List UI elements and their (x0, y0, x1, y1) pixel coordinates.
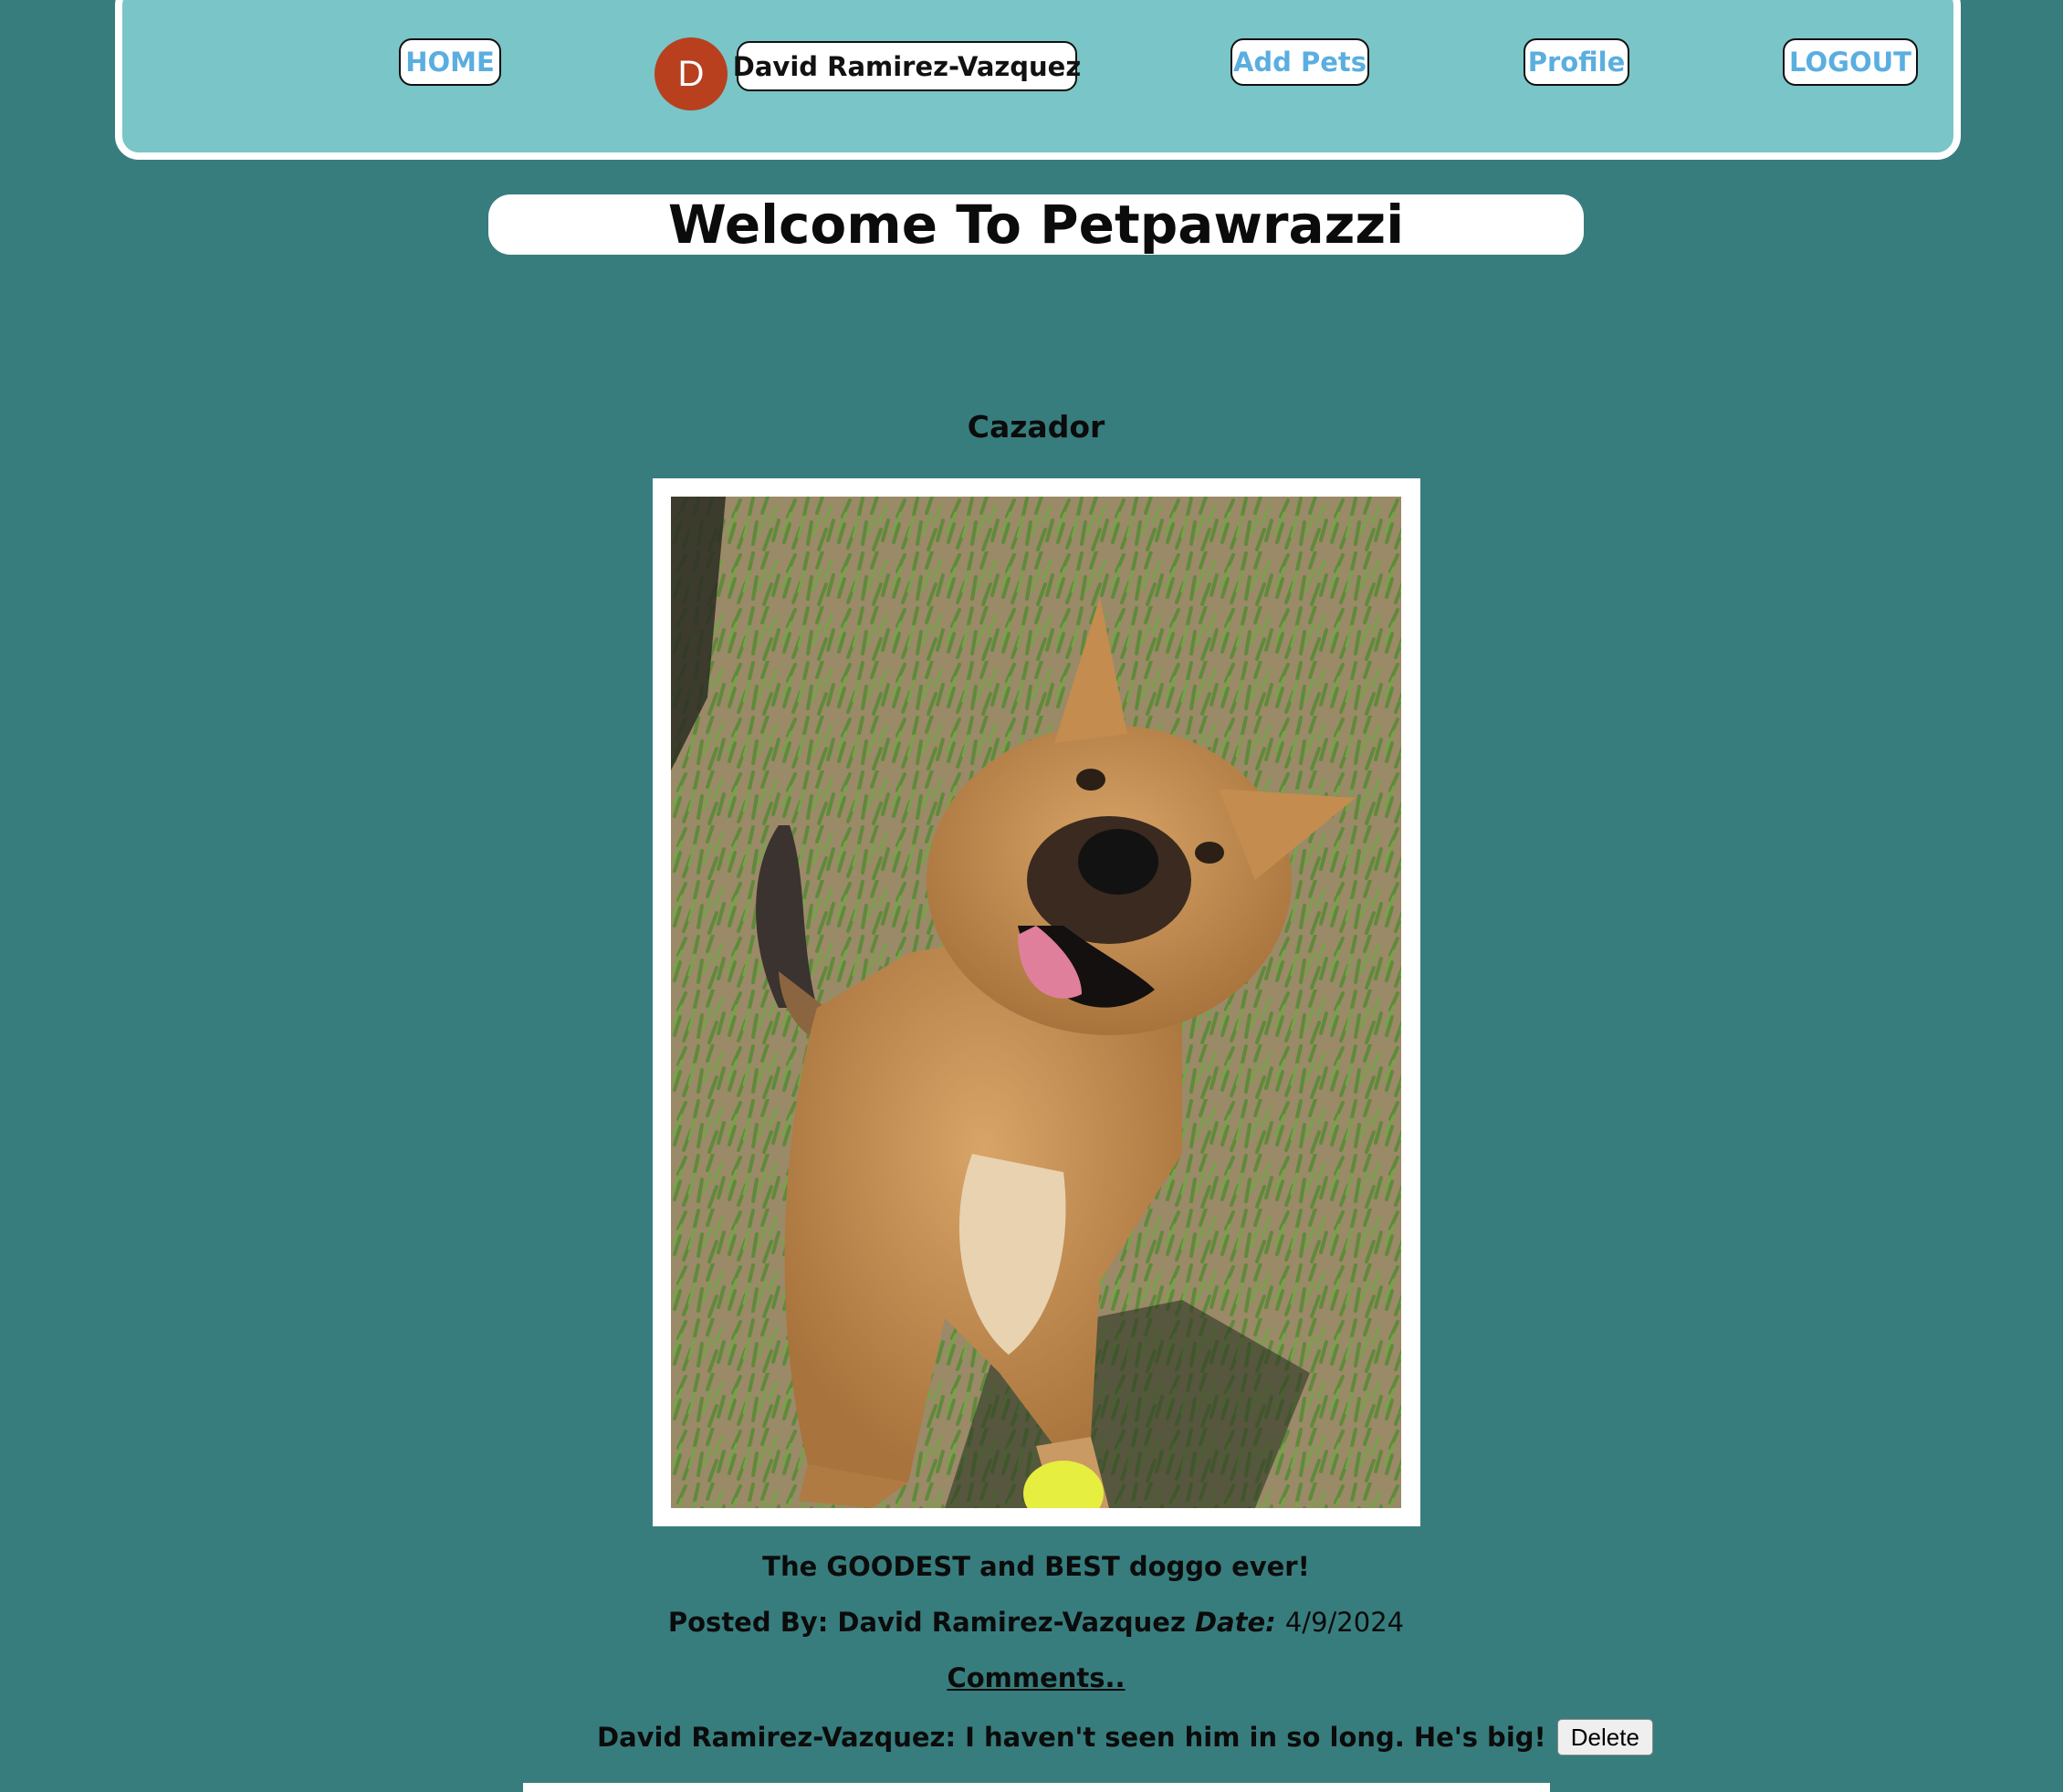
posted-by-label: Posted By: (667, 1607, 829, 1638)
nav-profile-link[interactable]: Profile (1524, 38, 1629, 86)
pet-photo (671, 497, 1401, 1508)
page-title: Welcome To Petpawrazzi (488, 194, 1584, 256)
post-date: 4/9/2024 (1284, 1607, 1405, 1638)
pet-name: Cazador (967, 409, 1105, 445)
next-post-edge (523, 1783, 1550, 1792)
nav-add-pets-link[interactable]: Add Pets (1230, 38, 1369, 86)
post-meta: Posted By: David Ramirez-Vazquez Date: 4… (0, 1607, 2063, 1638)
avatar[interactable]: D (655, 37, 728, 110)
comment-item: David Ramirez-Vazquez: I haven't seen hi… (597, 1718, 1653, 1756)
comment-separator: : (945, 1722, 966, 1753)
navbar: HOME D David Ramirez-Vazquez Add Pets Pr… (115, 0, 1961, 160)
dog-photo-illustration (671, 497, 1401, 1508)
comment-author: David Ramirez-Vazquez (597, 1722, 946, 1753)
nav-username: David Ramirez-Vazquez (733, 41, 1081, 91)
comments-link[interactable]: Comments.. (947, 1662, 1125, 1693)
posted-by-name: David Ramirez-Vazquez (837, 1607, 1186, 1638)
post-description: The GOODEST and BEST doggo ever! (762, 1551, 1310, 1582)
nav-home-link[interactable]: HOME (399, 38, 501, 86)
pet-photo-frame (653, 478, 1420, 1526)
nav-logout-link[interactable]: LOGOUT (1783, 38, 1918, 86)
comments-link-row: Comments.. (0, 1662, 2063, 1693)
delete-comment-button[interactable]: Delete (1556, 1719, 1653, 1755)
comment-text: I haven't seen him in so long. He's big! (965, 1722, 1546, 1753)
date-label: Date: (1194, 1607, 1276, 1638)
